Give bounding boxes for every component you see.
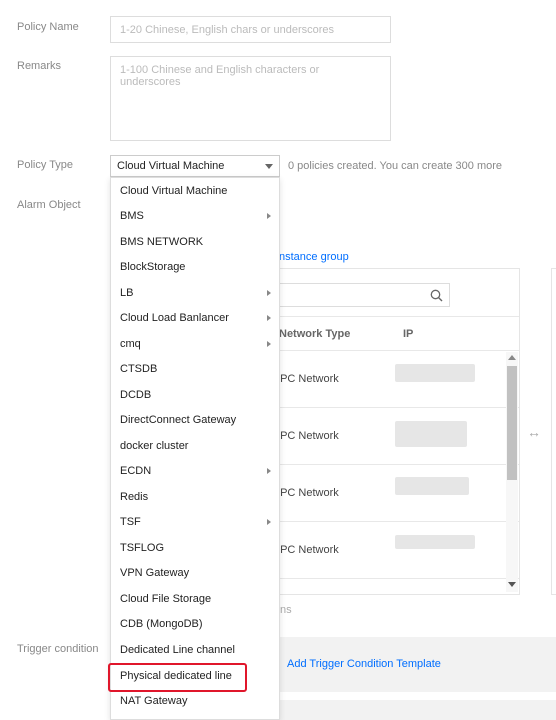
table-scrollbar-thumb[interactable] xyxy=(507,366,517,480)
policy-type-value: Cloud Virtual Machine xyxy=(117,160,225,172)
remarks-textarea[interactable]: 1-100 Chinese and English characters or … xyxy=(110,56,391,141)
search-icon[interactable] xyxy=(430,289,443,302)
dropdown-item-label: NAT Gateway xyxy=(120,695,188,707)
dropdown-item-label: ECDN xyxy=(120,465,152,477)
ip-redacted xyxy=(395,364,475,382)
ip-redacted xyxy=(395,421,467,447)
ip-redacted xyxy=(395,535,475,549)
dropdown-item[interactable]: CTSDB xyxy=(111,357,279,382)
ip-redacted xyxy=(395,477,469,495)
table-row-network-type: 'PC Network xyxy=(278,487,339,499)
policy-type-label: Policy Type xyxy=(17,159,74,171)
dropdown-item-label: Dedicated Line channel xyxy=(120,644,235,656)
alarm-object-label: Alarm Object xyxy=(17,199,81,211)
dropdown-item[interactable]: BMS NETWORK xyxy=(111,230,279,255)
policy-name-input[interactable]: 1-20 Chinese, English chars or underscor… xyxy=(110,16,391,43)
dropdown-item[interactable]: VPN Gateway xyxy=(111,561,279,586)
header-divider-bottom xyxy=(271,350,519,351)
dropdown-item[interactable]: BMS xyxy=(111,204,279,229)
column-header-ip: IP xyxy=(403,328,414,340)
policy-count-hint: 0 policies created. You can create 300 m… xyxy=(288,160,503,172)
chevron-right-icon xyxy=(267,213,271,219)
dropdown-item[interactable]: CDB (MongoDB) xyxy=(111,612,279,637)
column-header-network-type: Network Type xyxy=(279,328,351,340)
highlight-annotation xyxy=(108,663,247,692)
dropdown-item[interactable]: TSFLOG xyxy=(111,536,279,561)
policy-type-select[interactable]: Cloud Virtual Machine xyxy=(110,155,280,177)
dropdown-item-label: VPN Gateway xyxy=(120,567,190,579)
table-row-network-type: 'PC Network xyxy=(278,430,339,442)
dropdown-item-label: DCDB xyxy=(120,389,152,401)
dropdown-item-label: BMS xyxy=(120,210,144,222)
header-divider-top xyxy=(271,316,519,317)
remarks-label: Remarks xyxy=(17,60,62,72)
dropdown-item[interactable]: Cloud File Storage xyxy=(111,587,279,612)
dropdown-item-label: docker cluster xyxy=(120,440,189,452)
transfer-arrows-icon[interactable]: ↔ xyxy=(527,424,541,440)
dropdown-item-label: BMS NETWORK xyxy=(120,236,204,248)
scroll-up-icon[interactable] xyxy=(508,355,516,361)
partial-text: ns xyxy=(280,604,292,616)
add-trigger-template-link[interactable]: Add Trigger Condition Template xyxy=(287,658,441,670)
instance-group-link[interactable]: nstance group xyxy=(279,251,349,263)
dropdown-item[interactable]: LB xyxy=(111,281,279,306)
dropdown-item-label: CTSDB xyxy=(120,363,158,375)
dropdown-item-label: cmq xyxy=(120,338,141,350)
dropdown-item-label: DirectConnect Gateway xyxy=(120,414,237,426)
dropdown-item-label: Cloud File Storage xyxy=(120,593,212,605)
table-row-network-type: 'PC Network xyxy=(278,373,339,385)
chevron-right-icon xyxy=(267,519,271,525)
dropdown-item[interactable]: BlockStorage xyxy=(111,255,279,280)
dropdown-item-label: Cloud Load Banlancer xyxy=(120,312,229,324)
scroll-down-icon[interactable] xyxy=(508,582,516,588)
dropdown-item[interactable]: Redis xyxy=(111,485,279,510)
row-divider xyxy=(271,407,519,408)
dropdown-item-label: BlockStorage xyxy=(120,261,186,273)
dropdown-item[interactable]: Cloud Load Banlancer xyxy=(111,306,279,331)
dropdown-item-label: TSF xyxy=(120,516,141,528)
chevron-right-icon xyxy=(267,315,271,321)
dropdown-item-label: LB xyxy=(120,287,134,299)
dropdown-item[interactable]: ECDN xyxy=(111,459,279,484)
chevron-right-icon xyxy=(267,341,271,347)
chevron-right-icon xyxy=(267,290,271,296)
dropdown-item[interactable]: DCDB xyxy=(111,383,279,408)
dropdown-item[interactable]: NAT Gateway xyxy=(111,689,279,714)
row-divider xyxy=(271,464,519,465)
chevron-right-icon xyxy=(267,468,271,474)
row-divider xyxy=(271,521,519,522)
dropdown-item[interactable]: DirectConnect Gateway xyxy=(111,408,279,433)
dropdown-item-label: CDB (MongoDB) xyxy=(120,618,203,630)
selected-list-panel xyxy=(551,268,556,595)
chevron-down-icon xyxy=(265,164,273,169)
dropdown-item[interactable]: Cloud Virtual Machine xyxy=(111,179,279,204)
policy-type-dropdown: Cloud Virtual Machine BMS BMS NETWORK Bl… xyxy=(110,177,280,720)
dropdown-item-label: Cloud Virtual Machine xyxy=(120,185,228,197)
dropdown-item[interactable]: docker cluster xyxy=(111,434,279,459)
dropdown-item[interactable]: Dedicated Line channel xyxy=(111,638,279,663)
instance-search-input[interactable] xyxy=(272,283,450,307)
trigger-condition-area-lower xyxy=(270,700,556,720)
table-row-network-type: 'PC Network xyxy=(278,544,339,556)
dropdown-item[interactable]: cmq xyxy=(111,332,279,357)
policy-name-label: Policy Name xyxy=(17,21,79,33)
dropdown-item-label: Redis xyxy=(120,491,149,503)
trigger-condition-label: Trigger condition xyxy=(17,643,99,655)
row-divider xyxy=(271,578,519,579)
dropdown-item-label: TSFLOG xyxy=(120,542,165,554)
dropdown-item[interactable]: TSF xyxy=(111,510,279,535)
